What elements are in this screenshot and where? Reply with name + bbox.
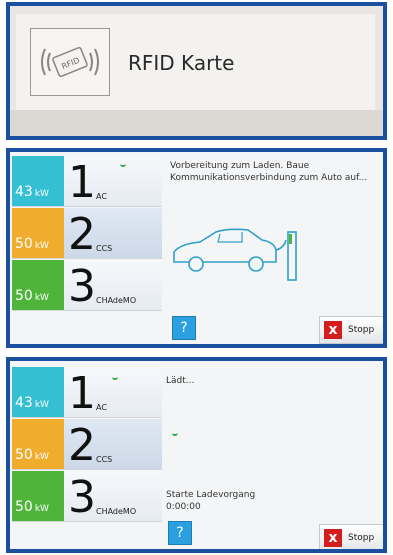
car-charging-icon <box>173 228 297 281</box>
connector-3-type: CHAdeMO <box>96 507 137 516</box>
connector-3-number: 3 <box>68 261 96 312</box>
stop-button[interactable]: x Stopp <box>319 524 383 549</box>
charger-screen-charging: 43 kW 1 AC 50 kW 2 CCS 50 kW 3 CHAdeMO Lädt… <box>6 357 387 553</box>
process-label: Starte Ladevorgang <box>166 490 256 500</box>
connector-3-number: 3 <box>68 472 96 523</box>
connector-1-button[interactable]: 43 kW 1 AC <box>12 156 162 207</box>
connector-2-kw: 50 <box>15 236 33 252</box>
connector-3-unit: kW <box>34 293 49 303</box>
connector-3-kw: 50 <box>15 499 33 515</box>
connector-2-unit: kW <box>34 452 49 462</box>
rfid-card-label: RFID Karte <box>128 51 235 75</box>
connector-2-power-badge: 50 kW <box>12 208 64 258</box>
connector-3-button[interactable]: 50 kW 3 CHAdeMO <box>12 471 162 522</box>
connector-1-kw: 43 <box>15 184 33 200</box>
help-button[interactable]: ? <box>172 316 196 340</box>
connector-2-kw: 50 <box>15 447 33 463</box>
connector-1-kw: 43 <box>15 395 33 411</box>
connector-3-power-badge: 50 kW <box>12 471 64 521</box>
connector-3-power-badge: 50 kW <box>12 260 64 310</box>
connector-3-type: CHAdeMO <box>96 296 137 305</box>
rfid-card-option[interactable]: RFID RFID Karte <box>16 14 375 112</box>
connector-1-unit: kW <box>34 400 49 410</box>
stop-label: Stopp <box>348 533 375 543</box>
panel-footer <box>10 110 383 136</box>
stop-icon: x <box>324 321 342 339</box>
stop-icon: x <box>324 529 342 547</box>
connector-3-kw: 50 <box>15 288 33 304</box>
rfid-card-icon: RFID <box>30 28 110 96</box>
connector-2-number: 2 <box>68 209 96 260</box>
charging-progress-icon <box>172 431 178 436</box>
connector-2-button[interactable]: 50 kW 2 CCS <box>12 419 162 470</box>
charger-screen-preparing: 43 kW 1 AC 50 kW 2 CCS 50 kW 3 CHAdeMO Vorb… <box>6 148 387 348</box>
help-button[interactable]: ? <box>168 521 192 545</box>
connector-1-power-badge: 43 kW <box>12 367 64 417</box>
connector-1-number: 1 <box>68 368 96 419</box>
status-message: Vorbereitung zum Laden. Baue Kommunikati… <box>170 161 368 183</box>
connector-2-button[interactable]: 50 kW 2 CCS <box>12 208 162 259</box>
connector-2-power-badge: 50 kW <box>12 419 64 469</box>
rfid-panel: RFID RFID Karte <box>6 2 387 140</box>
connector-2-type: CCS <box>96 455 113 464</box>
connector-1-power-badge: 43 kW <box>12 156 64 206</box>
charging-timer: 0:00:00 <box>166 502 201 512</box>
connector-2-number: 2 <box>68 420 96 471</box>
connector-1-type: AC <box>96 192 107 201</box>
connector-3-button[interactable]: 50 kW 3 CHAdeMO <box>12 260 162 311</box>
connector-2-unit: kW <box>34 241 49 251</box>
connector-1-button[interactable]: 43 kW 1 AC <box>12 367 162 418</box>
connector-1-number: 1 <box>68 157 96 208</box>
connector-3-unit: kW <box>34 504 49 514</box>
connector-2-type: CCS <box>96 244 113 253</box>
stop-label: Stopp <box>348 325 375 335</box>
connector-1-unit: kW <box>34 189 49 199</box>
stop-button[interactable]: x Stopp <box>319 316 383 344</box>
connector-1-type: AC <box>96 403 107 412</box>
charging-status: Lädt... <box>166 376 195 386</box>
